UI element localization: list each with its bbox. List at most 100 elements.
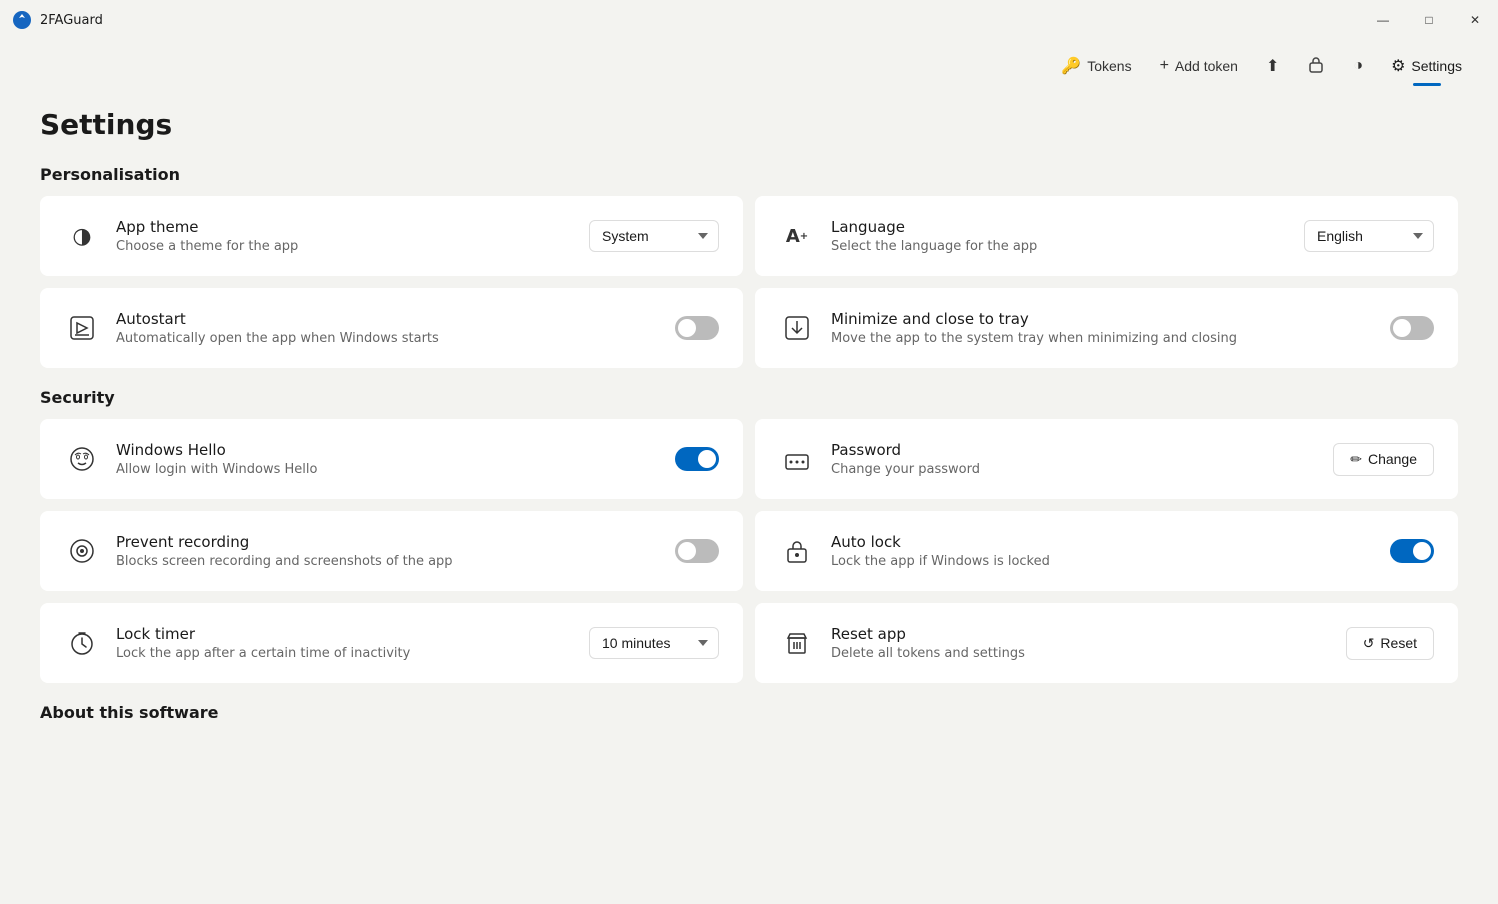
windows-hello-icon (64, 441, 100, 477)
nav-theme[interactable]: ◑ (1341, 51, 1375, 81)
auto-lock-title: Auto lock (831, 533, 1374, 551)
nav-lock[interactable] (1295, 49, 1337, 84)
password-title: Password (831, 441, 1317, 459)
auto-lock-text: Auto lock Lock the app if Windows is loc… (831, 533, 1374, 569)
personalisation-section: Personalisation ◑ App theme Choose a the… (40, 165, 1458, 368)
titlebar: 2FAGuard — □ ✕ (0, 0, 1498, 40)
close-button[interactable]: ✕ (1452, 0, 1498, 40)
minimize-tray-card: Minimize and close to tray Move the app … (755, 288, 1458, 368)
app-theme-icon: ◑ (64, 218, 100, 254)
nav-export[interactable]: ⬆ (1254, 50, 1291, 82)
reset-app-text: Reset app Delete all tokens and settings (831, 625, 1330, 661)
language-icon: A+ (779, 218, 815, 254)
app-theme-text: App theme Choose a theme for the app (116, 218, 573, 254)
main-content: Settings Personalisation ◑ App theme Cho… (0, 92, 1498, 904)
language-control: English German French Spanish (1304, 220, 1434, 252)
windows-hello-toggle[interactable] (675, 447, 719, 471)
maximize-button[interactable]: □ (1406, 0, 1452, 40)
windows-hello-text: Windows Hello Allow login with Windows H… (116, 441, 659, 477)
windows-hello-control (675, 447, 719, 471)
about-section: About this software (40, 703, 1458, 722)
minimize-tray-text: Minimize and close to tray Move the app … (831, 310, 1374, 346)
plus-icon: + (1160, 57, 1169, 75)
app-theme-dropdown[interactable]: System Light Dark (589, 220, 719, 252)
prevent-recording-card: Prevent recording Blocks screen recordin… (40, 511, 743, 591)
windows-hello-desc: Allow login with Windows Hello (116, 462, 659, 477)
lock-timer-title: Lock timer (116, 625, 573, 643)
nav-add-token-label: Add token (1175, 58, 1238, 74)
app-theme-control: System Light Dark (589, 220, 719, 252)
reset-app-label: Reset (1380, 635, 1417, 651)
autostart-desc: Automatically open the app when Windows … (116, 331, 659, 346)
prevent-recording-slider (675, 539, 719, 563)
navbar: 🔑 Tokens + Add token ⬆ ◑ ⚙ Settings (0, 40, 1498, 92)
auto-lock-control (1390, 539, 1434, 563)
lock-timer-dropdown[interactable]: 1 minute 5 minutes 10 minutes 30 minutes… (589, 627, 719, 659)
autostart-control (675, 316, 719, 340)
prevent-recording-desc: Blocks screen recording and screenshots … (116, 554, 659, 569)
lock-timer-desc: Lock the app after a certain time of ina… (116, 646, 573, 661)
reset-app-desc: Delete all tokens and settings (831, 646, 1330, 661)
auto-lock-card: Auto lock Lock the app if Windows is loc… (755, 511, 1458, 591)
reset-app-card: Reset app Delete all tokens and settings… (755, 603, 1458, 683)
language-dropdown[interactable]: English German French Spanish (1304, 220, 1434, 252)
lock-icon (1307, 55, 1325, 78)
nav-tokens-label: Tokens (1087, 58, 1131, 74)
auto-lock-slider (1390, 539, 1434, 563)
autostart-slider (675, 316, 719, 340)
autostart-card: Autostart Automatically open the app whe… (40, 288, 743, 368)
minimize-tray-slider (1390, 316, 1434, 340)
language-card: A+ Language Select the language for the … (755, 196, 1458, 276)
windows-hello-slider (675, 447, 719, 471)
lock-timer-control: 1 minute 5 minutes 10 minutes 30 minutes… (589, 627, 719, 659)
settings-icon: ⚙ (1391, 56, 1405, 76)
password-icon (779, 441, 815, 477)
lock-timer-card: Lock timer Lock the app after a certain … (40, 603, 743, 683)
autostart-title: Autostart (116, 310, 659, 328)
prevent-recording-toggle[interactable] (675, 539, 719, 563)
minimize-tray-title: Minimize and close to tray (831, 310, 1374, 328)
personalisation-section-title: Personalisation (40, 165, 1458, 184)
password-card: Password Change your password ✏ Change (755, 419, 1458, 499)
minimize-button[interactable]: — (1360, 0, 1406, 40)
app-title: 2FAGuard (40, 13, 103, 28)
app-theme-title: App theme (116, 218, 573, 236)
language-text: Language Select the language for the app (831, 218, 1288, 254)
app-theme-card: ◑ App theme Choose a theme for the app S… (40, 196, 743, 276)
window-controls: — □ ✕ (1360, 0, 1498, 40)
nav-tokens[interactable]: 🔑 Tokens (1049, 50, 1143, 82)
change-password-label: Change (1368, 451, 1417, 467)
autostart-icon (64, 310, 100, 346)
nav-add-token[interactable]: + Add token (1148, 51, 1250, 81)
lock-timer-icon (64, 625, 100, 661)
auto-lock-desc: Lock the app if Windows is locked (831, 554, 1374, 569)
minimize-tray-desc: Move the app to the system tray when min… (831, 331, 1374, 346)
prevent-recording-text: Prevent recording Blocks screen recordin… (116, 533, 659, 569)
minimize-tray-control (1390, 316, 1434, 340)
reset-app-button[interactable]: ↺ Reset (1346, 627, 1434, 660)
change-password-button[interactable]: ✏ Change (1333, 443, 1434, 476)
nav-settings-label: Settings (1411, 58, 1462, 74)
password-control: ✏ Change (1333, 443, 1434, 476)
autostart-text: Autostart Automatically open the app whe… (116, 310, 659, 346)
reset-app-control: ↺ Reset (1346, 627, 1434, 660)
app-logo-icon (12, 10, 32, 30)
prevent-recording-title: Prevent recording (116, 533, 659, 551)
minimize-tray-icon (779, 310, 815, 346)
personalisation-cards-grid: ◑ App theme Choose a theme for the app S… (40, 196, 1458, 368)
about-section-title: About this software (40, 703, 1458, 722)
language-desc: Select the language for the app (831, 239, 1288, 254)
page-title: Settings (40, 108, 1458, 141)
auto-lock-toggle[interactable] (1390, 539, 1434, 563)
reset-app-icon (779, 625, 815, 661)
titlebar-left: 2FAGuard (12, 10, 103, 30)
theme-icon: ◑ (1353, 57, 1363, 75)
windows-hello-title: Windows Hello (116, 441, 659, 459)
autostart-toggle[interactable] (675, 316, 719, 340)
reset-app-title: Reset app (831, 625, 1330, 643)
security-section-title: Security (40, 388, 1458, 407)
minimize-tray-toggle[interactable] (1390, 316, 1434, 340)
security-section: Security Windows Hello Allow login (40, 388, 1458, 683)
app-theme-desc: Choose a theme for the app (116, 239, 573, 254)
nav-settings[interactable]: ⚙ Settings (1379, 50, 1474, 82)
